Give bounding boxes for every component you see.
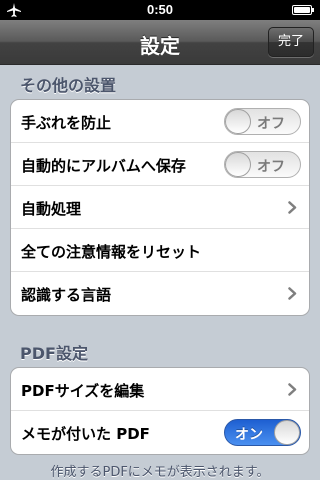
chevron-right-icon — [288, 201, 297, 214]
row-label: 全ての注意情報をリセット — [21, 243, 202, 261]
toggle-label: オフ — [257, 159, 285, 175]
status-time: 0:50 — [146, 2, 174, 17]
settings-table: その他の設置 手ぶれを防止 オフ 自動的にアルバムへ保存 オフ 自動処理 全ての… — [0, 65, 320, 480]
toggle-knob — [274, 420, 300, 445]
row-stabilizer: 手ぶれを防止 オフ — [11, 100, 309, 143]
row-label: 手ぶれを防止 — [21, 114, 112, 132]
toggle-knob — [225, 152, 251, 177]
row-label: 自動的にアルバムへ保存 — [21, 157, 186, 175]
footer-note: 作成するPDFにメモが表示されます。 — [50, 465, 270, 480]
chevron-right-icon — [288, 383, 297, 396]
row-auto-processing[interactable]: 自動処理 — [11, 186, 309, 229]
row-auto-save-album: 自動的にアルバムへ保存 オフ — [11, 143, 309, 186]
row-edit-pdf-size[interactable]: PDFサイズを編集 — [11, 368, 309, 411]
pdf-memo-toggle[interactable]: オン — [224, 419, 301, 446]
group-other-settings: 手ぶれを防止 オフ 自動的にアルバムへ保存 オフ 自動処理 全ての注意情報をリセ… — [10, 99, 310, 316]
section-header-other-settings: その他の設置 — [20, 76, 117, 95]
navigation-bar: 設定 完了 — [0, 20, 320, 65]
row-label: 自動処理 — [21, 200, 82, 218]
done-button[interactable]: 完了 — [268, 27, 314, 57]
toggle-label: オフ — [257, 116, 285, 132]
status-bar: 0:50 — [0, 0, 320, 20]
toggle-label: オン — [235, 427, 263, 443]
chevron-right-icon — [288, 287, 297, 300]
stabilizer-toggle[interactable]: オフ — [224, 108, 301, 135]
battery-icon — [292, 5, 314, 15]
row-label: 認識する言語 — [21, 286, 112, 304]
toggle-knob — [225, 109, 251, 134]
row-pdf-with-memo: メモが付いた PDF オン — [11, 411, 309, 454]
auto-save-toggle[interactable]: オフ — [224, 151, 301, 178]
row-label: メモが付いた PDF — [21, 425, 150, 443]
row-reset-warnings[interactable]: 全ての注意情報をリセット — [11, 229, 309, 272]
section-header-pdf-settings: PDF設定 — [20, 344, 88, 363]
group-pdf-settings: PDFサイズを編集 メモが付いた PDF オン — [10, 367, 310, 455]
row-label: PDFサイズを編集 — [21, 382, 145, 400]
row-recognition-language[interactable]: 認識する言語 — [11, 272, 309, 315]
